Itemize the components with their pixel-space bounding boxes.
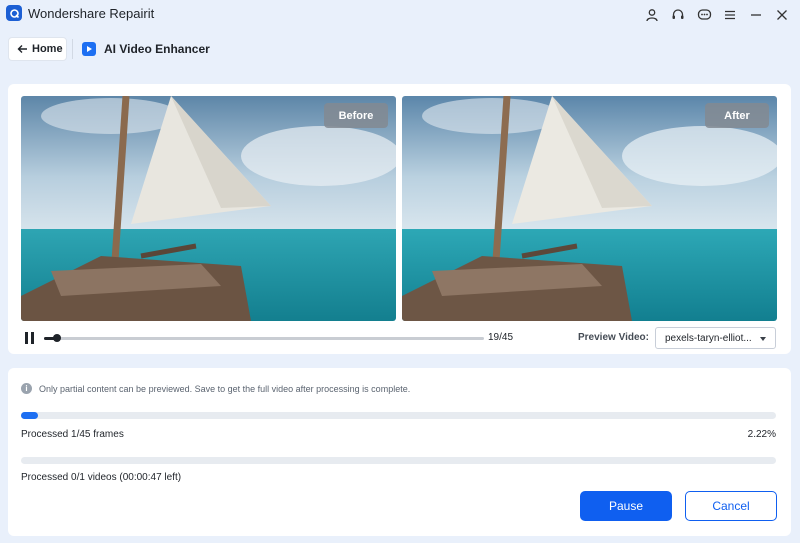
cancel-button[interactable]: Cancel bbox=[685, 491, 777, 521]
after-video-frame bbox=[402, 96, 777, 321]
pause-button[interactable]: Pause bbox=[580, 491, 672, 521]
home-button[interactable]: Home bbox=[8, 37, 67, 61]
nav-bar: Home AI Video Enhancer bbox=[0, 34, 800, 66]
headset-icon[interactable] bbox=[668, 5, 688, 25]
video-play-icon bbox=[82, 42, 96, 56]
scrubber-handle[interactable] bbox=[53, 334, 61, 342]
minimize-icon[interactable] bbox=[746, 5, 766, 25]
playback-controls: 19/45 Preview Video: pexels-taryn-elliot… bbox=[8, 326, 791, 350]
after-video: After bbox=[402, 96, 777, 321]
frames-progress-text: Processed 1/45 frames bbox=[21, 429, 124, 440]
preview-panel: Before After 19/45 Preview Video: pexels… bbox=[8, 84, 791, 354]
preview-video-label: Preview Video: bbox=[578, 332, 649, 343]
before-video-frame bbox=[21, 96, 396, 321]
nav-divider bbox=[72, 39, 73, 59]
caret-down-icon bbox=[760, 337, 766, 341]
info-message: Only partial content can be previewed. S… bbox=[39, 384, 411, 394]
app-logo-icon bbox=[6, 5, 22, 21]
before-badge: Before bbox=[324, 103, 388, 128]
user-icon[interactable] bbox=[642, 5, 662, 25]
frames-progress-percent: 2.22% bbox=[747, 429, 776, 440]
after-badge: After bbox=[705, 103, 769, 128]
app-title: Wondershare Repairit bbox=[28, 6, 155, 21]
title-bar: Wondershare Repairit bbox=[0, 0, 800, 30]
chat-icon[interactable] bbox=[694, 5, 714, 25]
videos-progress-bar bbox=[21, 457, 776, 464]
frames-progress-fill bbox=[21, 412, 38, 419]
videos-progress-text: Processed 0/1 videos (00:00:47 left) bbox=[21, 472, 182, 483]
arrow-left-icon bbox=[17, 45, 27, 53]
home-button-label: Home bbox=[32, 43, 63, 55]
close-icon[interactable] bbox=[772, 5, 792, 25]
frames-progress-bar bbox=[21, 412, 776, 419]
frame-counter: 19/45 bbox=[488, 332, 514, 343]
preview-video-value: pexels-taryn-elliot... bbox=[665, 333, 752, 344]
playback-scrubber[interactable] bbox=[44, 334, 484, 342]
preview-video-select[interactable]: pexels-taryn-elliot... bbox=[655, 327, 776, 349]
progress-panel: i Only partial content can be previewed.… bbox=[8, 368, 791, 536]
menu-icon[interactable] bbox=[720, 5, 740, 25]
page-title: AI Video Enhancer bbox=[104, 42, 210, 56]
before-video: Before bbox=[21, 96, 396, 321]
info-icon: i bbox=[21, 383, 32, 394]
pause-icon[interactable] bbox=[24, 332, 36, 344]
